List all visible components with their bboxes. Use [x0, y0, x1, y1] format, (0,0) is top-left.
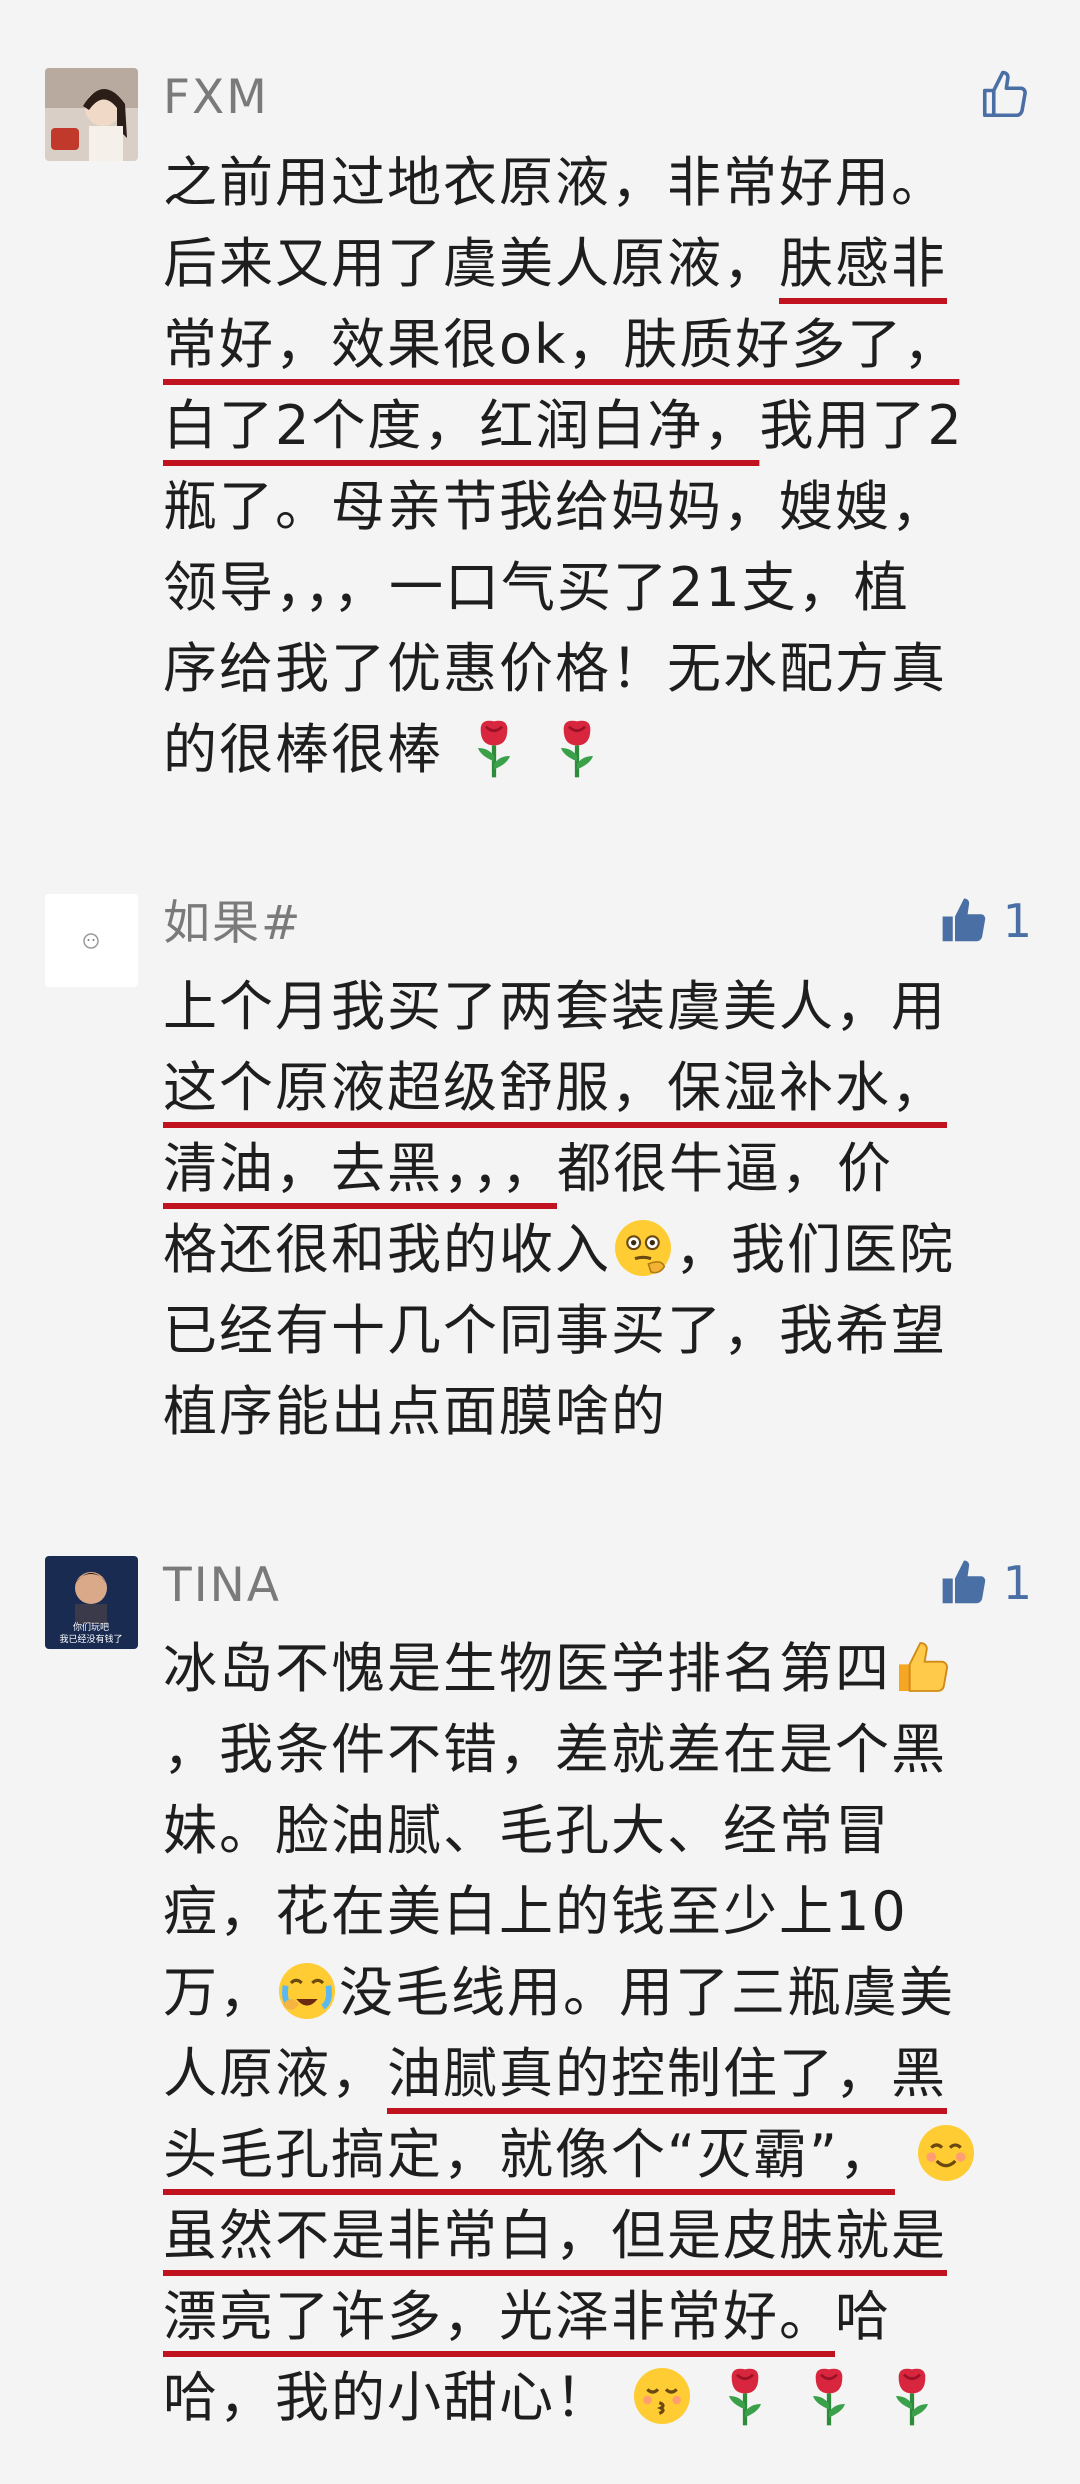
underlined-text: 白了2个度，红润白净， — [163, 394, 760, 457]
comment-text — [861, 2366, 880, 2429]
commenter-name[interactable]: TINA — [163, 1558, 281, 1614]
avatar-tina[interactable]: 你们玩吧 我已经没有钱了 — [45, 1556, 138, 1649]
comment-text: 领导，，，一口气买了21支，植 — [163, 556, 910, 619]
comment-body: 上个月我买了两套装虞美人，用 这个原液超级舒服，保湿补水， 清油，去黑，，，都很牛逼… — [163, 966, 1033, 1452]
comment-text: 人原液， — [163, 2042, 387, 2105]
comment-line: 冰岛不愧是生物医学排名第四 — [163, 1628, 1033, 1709]
avatar-caption-1: 你们玩吧 — [73, 1621, 109, 1633]
comment-line: 后来又用了虞美人原液，肤感非 — [163, 223, 1033, 304]
comment-line: 人原液，油腻真的控制住了，黑 — [163, 2033, 1033, 2114]
underlined-text: 漂亮了许多，光泽非常好。 — [163, 2285, 835, 2348]
like-button[interactable] — [978, 68, 1032, 122]
underlined-text: 肤感非 — [779, 232, 947, 295]
comment-text — [694, 2366, 713, 2429]
avatar-caption-2: 我已经没有钱了 — [59, 1633, 122, 1645]
comment-line: 瓶了。母亲节我给妈妈，嫂嫂， — [163, 466, 1033, 547]
comment-line: 妹。脸油腻、毛孔大、经常冒 — [163, 1790, 1033, 1871]
comment-text: 哈 — [835, 2285, 891, 2348]
comment-line: 序给我了优惠价格！无水配方真 — [163, 628, 1033, 709]
comment-line: 万， 没毛线用。用了三瓶虞美 — [163, 1952, 1033, 2033]
comment-text: 没毛线用。用了三瓶虞美 — [339, 1961, 955, 2024]
avatar-fxm[interactable] — [45, 68, 138, 161]
comment-line: 领导，，，一口气买了21支，植 — [163, 547, 1033, 628]
comment-line: 痘，花在美白上的钱至少上10 — [163, 1871, 1033, 1952]
comment-text: 后来又用了虞美人原液， — [163, 232, 779, 295]
comment-line: 已经有十几个同事买了，我希望 — [163, 1290, 1033, 1371]
commenter-name[interactable]: 如果# — [163, 896, 302, 952]
comment-text: 痘，花在美白上的钱至少上10 — [163, 1880, 908, 1943]
comment-line: 头毛孔搞定，就像个“灭霸”， — [163, 2114, 1033, 2195]
comment-text: 我用了2 — [759, 394, 964, 457]
commenter-name[interactable]: FXM — [163, 70, 269, 126]
comment-text — [895, 2123, 914, 2186]
comment-text: 植序能出点面膜啥的 — [163, 1380, 667, 1443]
comment-text: 序给我了优惠价格！无水配方真 — [163, 637, 947, 700]
comment-text: 瓶了。母亲节我给妈妈，嫂嫂， — [163, 475, 947, 538]
comment-text: 格还很和我的收入 — [163, 1218, 611, 1281]
comment-body: 冰岛不愧是生物医学排名第四 ，我条件不错，差就差在是个黑 妹。脸油腻、毛孔大、经常冒… — [163, 1628, 1033, 2438]
underlined-text: 这个原液超级舒服，保湿补水， — [163, 1056, 947, 1119]
thumbs-up-filled-icon — [937, 894, 991, 948]
thinking-face-emoji — [611, 1216, 675, 1280]
comment-line: 白了2个度，红润白净，我用了2 — [163, 385, 1033, 466]
comment-line: 这个原液超级舒服，保湿补水， — [163, 1047, 1033, 1128]
like-count: 1 — [1002, 1556, 1032, 1610]
underlined-text: 常好，效果很ok，肤质好多了， — [163, 313, 960, 376]
thumbs-up-emoji — [891, 1635, 955, 1699]
comment-line: 虽然不是非常白，但是皮肤就是 — [163, 2195, 1033, 2276]
comment-line: 之前用过地衣原液，非常好用。 — [163, 142, 1033, 223]
comment-line: 常好，效果很ok，肤质好多了， — [163, 304, 1033, 385]
comment-line: 的很棒很棒 — [163, 709, 1033, 790]
comment-text — [777, 2366, 796, 2429]
thumbs-up-filled-icon — [937, 1556, 991, 1610]
comment-line: 哈，我的小甜心！ — [163, 2357, 1033, 2438]
comment-line: 植序能出点面膜啥的 — [163, 1371, 1033, 1452]
comment-text: 万， — [163, 1961, 275, 2024]
comment-text: 之前用过地衣原液，非常好用。 — [163, 151, 947, 214]
comment-text: ，我们医院 — [675, 1218, 955, 1281]
comment-text: 哈，我的小甜心！ — [163, 2366, 631, 2429]
rose-emoji — [462, 716, 526, 780]
avatar-ruguo[interactable] — [45, 894, 138, 987]
rose-emoji — [713, 2364, 777, 2428]
thumbs-up-outline-icon — [978, 68, 1032, 122]
underlined-text: 油腻真的控制住了，黑 — [387, 2042, 947, 2105]
comment-line: 上个月我买了两套装虞美人，用 — [163, 966, 1033, 1047]
underlined-text: 虽然不是非常白，但是皮肤就是 — [163, 2204, 947, 2267]
comment-text: 妹。脸油腻、毛孔大、经常冒 — [163, 1799, 891, 1862]
comment-body: 之前用过地衣原液，非常好用。 后来又用了虞美人原液，肤感非 常好，效果很ok，肤质好… — [163, 142, 1033, 790]
comment-text: 冰岛不愧是生物医学排名第四 — [163, 1637, 891, 1700]
kissing-face-emoji — [630, 2364, 694, 2428]
like-button[interactable]: 1 — [937, 1556, 1032, 1610]
rose-emoji — [545, 716, 609, 780]
comment-line: 清油，去黑，，，都很牛逼，价 — [163, 1128, 1033, 1209]
underlined-text: 清油，去黑，，， — [163, 1137, 557, 1200]
comment-line: 格还很和我的收入 ，我们医院 — [163, 1209, 1033, 1290]
comment-text: 已经有十几个同事买了，我希望 — [163, 1299, 947, 1362]
underlined-text: 头毛孔搞定，就像个“灭霸”， — [163, 2123, 895, 2186]
like-count: 1 — [1002, 894, 1032, 948]
comment-line: ，我条件不错，差就差在是个黑 — [163, 1709, 1033, 1790]
crying-face-emoji — [275, 1959, 339, 2023]
smiling-face-emoji — [914, 2121, 978, 2185]
comment-text — [526, 718, 545, 781]
like-button[interactable]: 1 — [937, 894, 1032, 948]
comment-line: 漂亮了许多，光泽非常好。哈 — [163, 2276, 1033, 2357]
comment-text: 都很牛逼，价 — [557, 1137, 893, 1200]
comment-text: 的很棒很棒 — [163, 718, 463, 781]
rose-emoji — [797, 2364, 861, 2428]
comment-text: 上个月我买了两套装虞美人，用 — [163, 975, 947, 1038]
rose-emoji — [880, 2364, 944, 2428]
comment-text: ，我条件不错，差就差在是个黑 — [163, 1718, 947, 1781]
